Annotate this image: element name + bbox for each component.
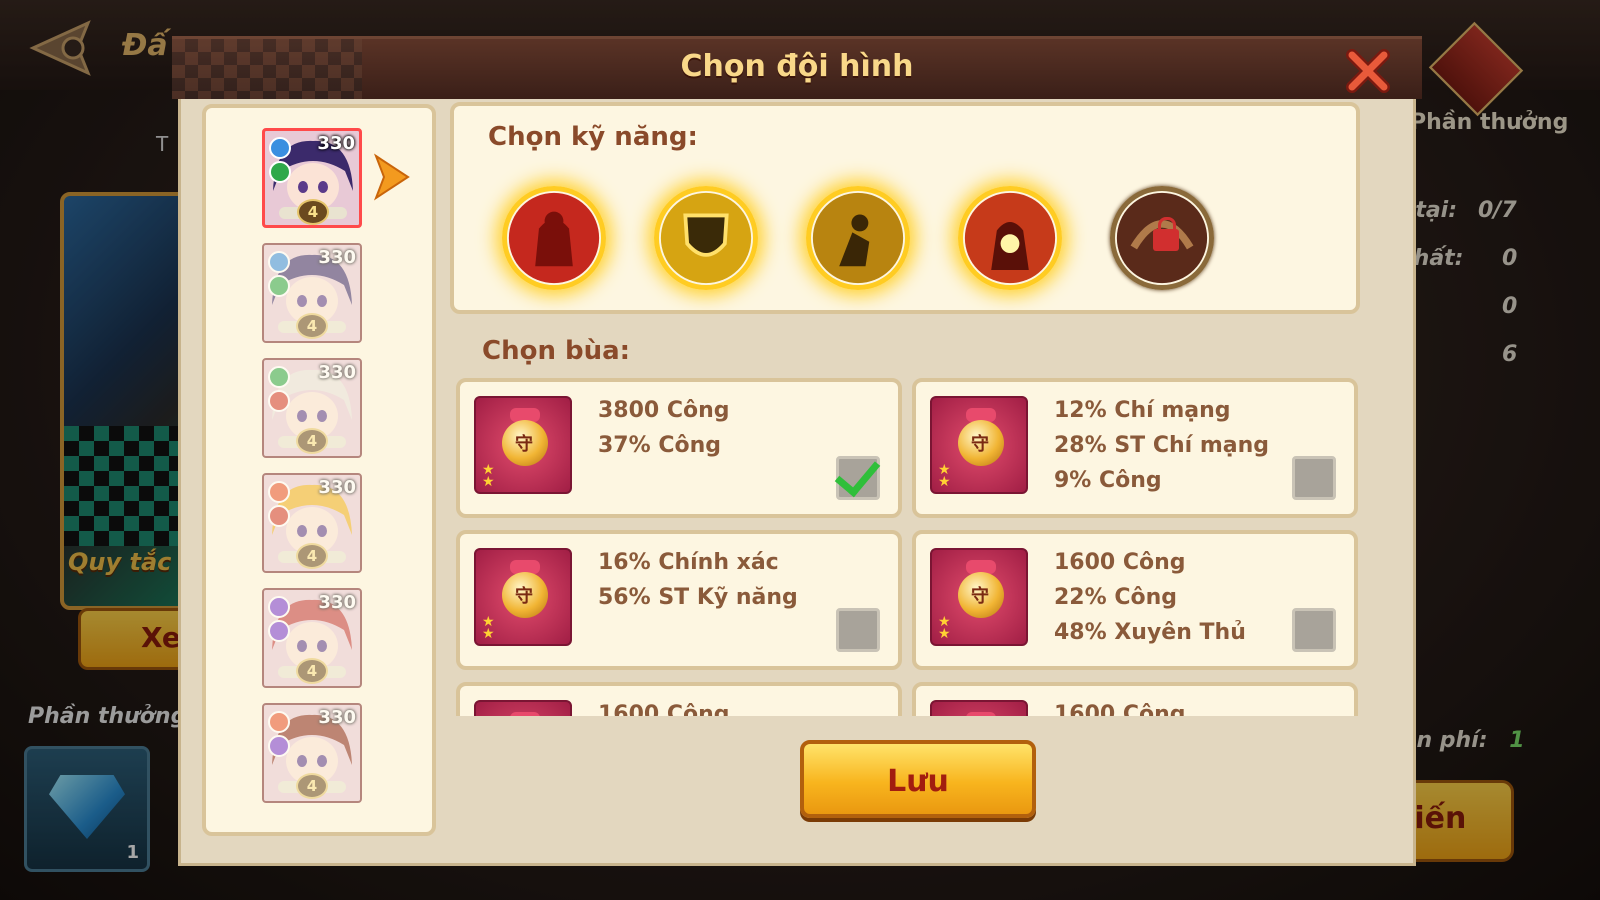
element-icon [268,735,290,757]
hero-card[interactable]: 330 4 [262,473,362,573]
close-icon[interactable] [1344,47,1392,95]
star-icon: ★ ★ [482,614,495,642]
shield-skill-icon[interactable] [654,186,758,290]
modal-header: Chọn đội hình [172,36,1422,99]
star-icon: ★ ★ [482,462,495,490]
charm-stat: 9% Công [1054,468,1162,493]
charm-card[interactable]: 守★★ 1600 Công [912,682,1358,716]
hero-rank-badge: 4 [296,428,328,454]
charm-orb: 守 [958,420,1004,466]
element-icon [268,481,290,503]
element-icon [268,505,290,527]
selected-hero-arrow-icon [373,153,410,201]
charm-checkbox[interactable] [1292,608,1336,652]
hero-card[interactable]: 330 4 [262,703,362,803]
hero-rank-badge: 4 [297,199,329,225]
charm-orb: 守 [502,572,548,618]
charm-stat: 48% Xuyên Thủ [1054,620,1246,645]
hero-rank-badge: 4 [296,658,328,684]
skills-section-label: Chọn kỹ năng: [488,122,698,152]
hero-level: 330 [318,707,356,728]
charm-stat: 1600 Công [598,702,730,716]
charm-stat: 1600 Công [1054,550,1186,575]
charm-icon: 守★★ [474,396,572,494]
charm-stat: 28% ST Chí mạng [1054,433,1270,458]
charm-list[interactable]: 守 ★ ★ 3800 Công 37% Công 守 ★ ★ 12% Chí mạng 28% S… [456,372,1360,716]
hero-rank-badge: 4 [296,543,328,569]
charm-icon: 守★★ [930,548,1028,646]
hero-rank-badge: 4 [296,773,328,799]
charm-icon: 守★★ [474,548,572,646]
skill-art [812,192,904,284]
skill-art [508,192,600,284]
charm-card[interactable]: 守 ★ ★ 16% Chính xác 56% ST Kỹ năng [456,530,902,670]
hero-rank-badge: 4 [296,313,328,339]
hero-card[interactable]: 330 4 [262,128,362,228]
element-icon [268,620,290,642]
hero-level: 330 [318,362,356,383]
hero-level: 330 [318,592,356,613]
charm-icon: 守★★ [930,700,1028,716]
element-icon [268,596,290,618]
charm-stat: 3800 Công [598,398,730,423]
charm-checkbox[interactable] [836,608,880,652]
star-icon: ★ ★ [938,614,951,642]
lock-icon [1153,217,1179,251]
muscle-power-skill-icon[interactable] [502,186,606,290]
kneeling-warrior-skill-icon[interactable] [806,186,910,290]
hero-level: 330 [318,477,356,498]
charm-card[interactable]: 守★★ 1600 Công [456,682,902,716]
element-icon [268,390,290,412]
charm-stat: 37% Công [598,433,721,458]
hero-card[interactable]: 330 4 [262,243,362,343]
element-icon [268,711,290,733]
element-icon [268,251,290,273]
charm-bow [966,712,996,716]
hero-level: 330 [317,133,355,154]
element-icon [269,161,291,183]
save-button-label: Lưu [887,764,949,799]
charms-section-label: Chọn bùa: [482,336,631,366]
locked-skill-icon[interactable] [1110,186,1214,290]
element-icon [268,275,290,297]
charm-bow [510,712,540,716]
charm-stat: 16% Chính xác [598,550,779,575]
element-icon [268,366,290,388]
element-icon [269,137,291,159]
charm-card[interactable]: 守 ★ ★ 1600 Công 22% Công 48% Xuyên Thủ [912,530,1358,670]
hero-card[interactable]: 330 4 [262,588,362,688]
charm-orb: 守 [958,572,1004,618]
hero-level: 330 [318,247,356,268]
charm-card[interactable]: 守 ★ ★ 12% Chí mạng 28% ST Chí mạng 9% Công [912,378,1358,518]
save-button[interactable]: Lưu [800,740,1036,818]
charm-stat: 1600 Công [1054,702,1186,716]
hero-card[interactable]: 330 4 [262,358,362,458]
charm-icon: 守★★ [474,700,572,716]
charm-stat: 56% ST Kỹ năng [598,585,798,610]
modal-title: Chọn đội hình [680,49,914,84]
charm-checkbox[interactable] [836,456,880,500]
skill-art [964,192,1056,284]
burst-aura-skill-icon[interactable] [958,186,1062,290]
star-icon: ★ ★ [938,462,951,490]
charm-stat: 22% Công [1054,585,1177,610]
skill-art [660,192,752,284]
charm-card[interactable]: 守 ★ ★ 3800 Công 37% Công [456,378,902,518]
charm-stat: 12% Chí mạng [1054,398,1231,423]
charm-orb: 守 [502,420,548,466]
charm-checkbox[interactable] [1292,456,1336,500]
charm-icon: 守★★ [930,396,1028,494]
